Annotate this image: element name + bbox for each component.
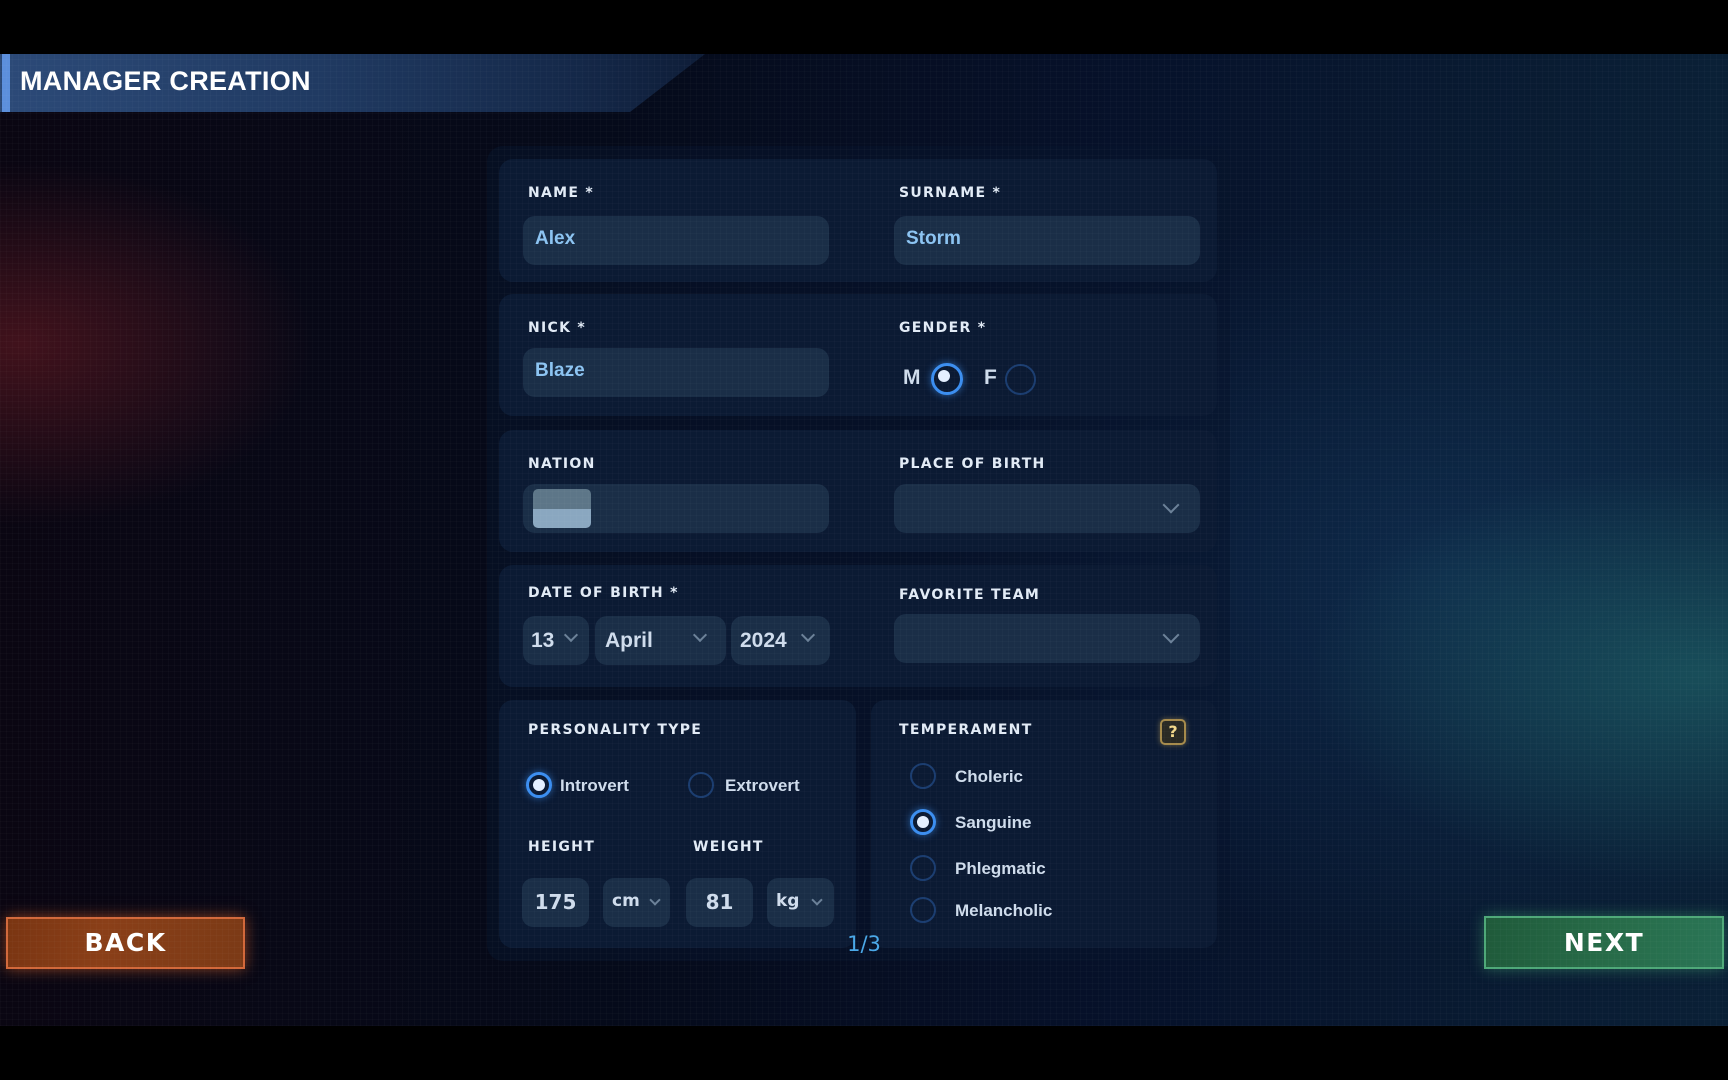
page-title: MANAGER CREATION xyxy=(20,66,311,96)
dob-team-panel: DATE OF BIRTH * 13 April 2024 FAVORITE T… xyxy=(499,565,1217,687)
dob-month-value: April xyxy=(605,629,653,652)
height-value: 175 xyxy=(534,890,577,914)
place-of-birth-select[interactable] xyxy=(894,484,1200,533)
nation-label: NATION xyxy=(528,456,596,472)
favorite-team-select[interactable] xyxy=(894,614,1200,663)
height-label: HEIGHT xyxy=(528,839,596,855)
gender-m-radio[interactable] xyxy=(931,363,963,395)
name-label: NAME * xyxy=(528,185,595,201)
weight-value: 81 xyxy=(705,890,734,914)
chevron-down-icon xyxy=(692,627,708,643)
chevron-down-icon xyxy=(1162,496,1180,514)
chevron-down-icon xyxy=(649,894,661,906)
dob-day-select[interactable]: 13 xyxy=(523,616,589,665)
weight-label: WEIGHT xyxy=(693,839,764,855)
nick-value: Blaze xyxy=(535,360,585,381)
surname-label: SURNAME * xyxy=(899,185,1002,201)
height-unit-value: cm xyxy=(612,891,640,911)
extrovert-radio[interactable] xyxy=(688,772,714,798)
introvert-label: Introvert xyxy=(560,776,629,795)
nick-gender-panel: NICK * Blaze GENDER * M F xyxy=(499,294,1217,416)
dob-label: DATE OF BIRTH * xyxy=(528,585,679,601)
name-input[interactable]: Alex xyxy=(523,216,829,265)
surname-value: Storm xyxy=(906,228,961,249)
surname-input[interactable]: Storm xyxy=(894,216,1200,265)
help-icon[interactable]: ? xyxy=(1160,719,1186,745)
gender-label: GENDER * xyxy=(899,320,987,336)
introvert-radio[interactable] xyxy=(526,772,552,798)
letterbox-top xyxy=(0,0,1728,54)
flag-placeholder-icon xyxy=(533,489,591,528)
extrovert-label: Extrovert xyxy=(725,776,800,795)
phlegmatic-label: Phlegmatic xyxy=(955,859,1046,878)
height-input[interactable]: 175 xyxy=(522,878,589,927)
chevron-down-icon xyxy=(800,627,816,643)
weight-unit-select[interactable]: kg xyxy=(767,878,834,927)
chevron-down-icon xyxy=(1162,626,1180,644)
name-value: Alex xyxy=(535,228,576,249)
sanguine-radio[interactable] xyxy=(910,809,936,835)
letterbox-bottom xyxy=(0,1026,1728,1080)
weight-unit-value: kg xyxy=(776,891,800,911)
manager-creation-screen: MANAGER CREATION NAME * Alex SURNAME * S… xyxy=(0,54,1728,1026)
dob-year-select[interactable]: 2024 xyxy=(731,616,830,665)
dob-year-value: 2024 xyxy=(740,629,787,652)
dob-day-value: 13 xyxy=(531,629,555,652)
personality-panel: PERSONALITY TYPE Introvert Extrovert HEI… xyxy=(499,700,856,948)
favorite-team-label: FAVORITE TEAM xyxy=(899,587,1041,603)
temperament-panel: TEMPERAMENT ? Choleric Sanguine Phlegmat… xyxy=(871,700,1217,948)
chevron-down-icon xyxy=(563,627,579,643)
melancholic-label: Melancholic xyxy=(955,901,1053,920)
header-accent-bar xyxy=(2,54,10,112)
dob-month-select[interactable]: April xyxy=(595,616,726,665)
next-button[interactable]: NEXT xyxy=(1484,916,1724,969)
height-unit-select[interactable]: cm xyxy=(603,878,670,927)
gender-f-radio[interactable] xyxy=(1005,364,1036,395)
form-container: NAME * Alex SURNAME * Storm NICK * Blaze… xyxy=(487,146,1230,961)
name-panel: NAME * Alex SURNAME * Storm xyxy=(499,159,1217,282)
sanguine-label: Sanguine xyxy=(955,813,1032,832)
page-indicator: 1/3 xyxy=(847,932,881,956)
nation-panel: NATION PLACE OF BIRTH xyxy=(499,430,1217,552)
gender-m-label: M xyxy=(903,366,921,389)
personality-type-label: PERSONALITY TYPE xyxy=(528,722,703,738)
nick-input[interactable]: Blaze xyxy=(523,348,829,397)
back-button[interactable]: BACK xyxy=(6,917,245,969)
weight-input[interactable]: 81 xyxy=(686,878,753,927)
chevron-down-icon xyxy=(811,894,823,906)
temperament-label: TEMPERAMENT xyxy=(899,722,1033,738)
nick-label: NICK * xyxy=(528,320,587,336)
choleric-radio[interactable] xyxy=(910,763,936,789)
nation-select[interactable] xyxy=(523,484,829,533)
choleric-label: Choleric xyxy=(955,767,1024,786)
melancholic-radio[interactable] xyxy=(910,897,936,923)
place-of-birth-label: PLACE OF BIRTH xyxy=(899,456,1046,472)
phlegmatic-radio[interactable] xyxy=(910,855,936,881)
gender-f-label: F xyxy=(984,366,997,389)
